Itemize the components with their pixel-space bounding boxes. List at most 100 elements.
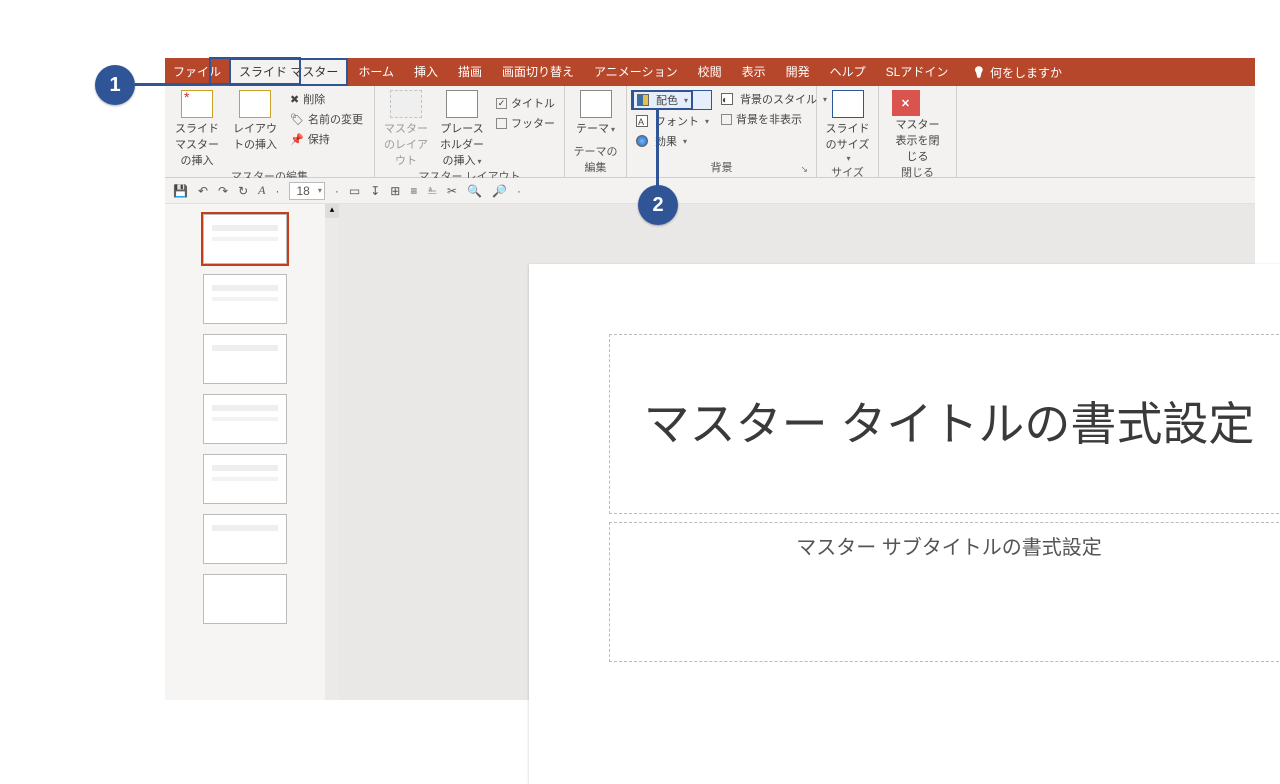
checkbox-checked-icon: ✓ [496,98,507,109]
insert-placeholder-label: プレースホルダーの挿入 [437,120,487,168]
layout-thumb-1[interactable] [203,214,287,264]
close-master-view-button[interactable]: ✕ マスター表示を閉じる [892,90,944,164]
fonts-icon [636,115,648,127]
checkbox-unchecked-icon [721,114,732,125]
font-size-selector[interactable]: 18 [289,182,324,200]
delete-button[interactable]: ✖削除 [287,90,366,108]
background-styles-icon [721,93,733,105]
insert-layout-button[interactable]: レイアウトの挿入 [229,90,281,152]
callout-1: 1 [95,65,135,105]
thumbnail-pane[interactable] [165,204,325,700]
repeat-button[interactable]: ↻ [238,184,248,198]
master-layout-button: マスターのレイアウト [381,90,431,168]
close-master-view-label: マスター表示を閉じる [892,116,944,164]
tell-me-search[interactable]: 何をしますか [958,64,1062,81]
tab-view[interactable]: 表示 [732,58,776,86]
tab-sl-addin[interactable]: SLアドイン [876,58,959,86]
callout-2: 2 [638,185,678,225]
title-placeholder[interactable]: マスター タイトルの書式設定 [609,334,1280,514]
master-layout-label: マスターのレイアウト [381,120,431,168]
zoom-in-button[interactable]: 🔎 [492,184,507,198]
tell-me-label: 何をしますか [990,64,1062,81]
insert-slide-master-label: スライド マスターの挿入 [171,120,223,168]
ribbon-tabs: ファイル スライド マスター ホーム 挿入 描画 画面切り替え アニメーション … [165,58,1255,86]
insert-placeholder-icon [446,90,478,118]
save-button[interactable]: 💾 [173,184,188,198]
insert-layout-label: レイアウトの挿入 [229,120,281,152]
tab-draw[interactable]: 描画 [448,58,492,86]
qat-icon-2[interactable]: ↧ [370,184,380,198]
theme-label: テーマ [571,120,620,136]
tab-slide-master[interactable]: スライド マスター [229,58,348,86]
insert-slide-master-button[interactable]: スライド マスターの挿入 [171,90,223,168]
subtitle-placeholder[interactable]: マスター サブタイトルの書式設定 [609,522,1280,662]
tab-insert[interactable]: 挿入 [404,58,448,86]
clear-format-button[interactable]: A [258,183,265,198]
subtitle-placeholder-text: マスター サブタイトルの書式設定 [796,537,1102,559]
group-edit-theme: テーマ テーマの編集 [565,86,627,177]
rename-button[interactable]: 🏷名前の変更 [287,110,366,128]
slide-size-icon [832,90,864,118]
ribbon: スライド マスターの挿入 レイアウトの挿入 ✖削除 🏷名前の変更 📌保持 マスタ… [165,86,1255,178]
layout-thumb-7[interactable] [203,574,287,624]
insert-placeholder-button[interactable]: プレースホルダーの挿入 [437,90,487,168]
group-edit-master: スライド マスターの挿入 レイアウトの挿入 ✖削除 🏷名前の変更 📌保持 マスタ… [165,86,375,177]
thumb-scrollbar[interactable] [325,218,339,700]
slide-canvas: マスター タイトルの書式設定 マスター サブタイトルの書式設定 [339,204,1255,700]
group-size: スライドのサイズ サイズ [817,86,879,177]
qat-icon-5[interactable]: ⎁ [427,183,437,198]
slide[interactable]: マスター タイトルの書式設定 マスター サブタイトルの書式設定 [529,264,1280,784]
colors-button[interactable]: 配色 [633,90,712,110]
theme-icon [580,90,612,118]
group-master-layout: マスターのレイアウト プレースホルダーの挿入 ✓タイトル フッター マスター レ… [375,86,565,177]
dialog-launcher-icon[interactable]: ↘ [800,164,808,175]
zoom-out-button[interactable]: 🔍 [467,184,482,198]
layout-thumb-6[interactable] [203,514,287,564]
callout-2-line [656,110,659,188]
insert-slide-master-icon [181,90,213,118]
effects-icon [636,135,648,147]
preserve-icon: 📌 [290,133,304,146]
qat-icon-4[interactable]: ≡ [410,184,417,198]
theme-button[interactable]: テーマ [571,90,620,136]
qat-icon-1[interactable]: ▭ [349,184,360,198]
quick-access-toolbar: 💾 ↶ ↷ ↻ A · 18 · ▭ ↧ ⊞ ≡ ⎁ ✂ 🔍 🔎 · [165,178,1255,204]
tab-home[interactable]: ホーム [348,58,404,86]
layout-thumb-2[interactable] [203,274,287,324]
edit-area: ▴ マスター タイトルの書式設定 マスター サブタイトルの書式設定 [165,204,1255,700]
master-layout-icon [390,90,422,118]
delete-icon: ✖ [290,93,299,106]
effects-button[interactable]: 効果 [633,132,712,150]
background-styles-button[interactable]: 背景のスタイル [718,90,830,108]
group-background-label: 背景↘ [633,159,810,177]
layout-thumb-4[interactable] [203,394,287,444]
tab-file[interactable]: ファイル [165,58,229,86]
qat-icon-3[interactable]: ⊞ [390,184,400,198]
tab-transition[interactable]: 画面切り替え [492,58,584,86]
lightbulb-icon [972,65,986,79]
scroll-up-button[interactable]: ▴ [325,204,339,218]
callout-1-line [135,83,211,86]
tab-developer[interactable]: 開発 [776,58,820,86]
group-close: ✕ マスター表示を閉じる 閉じる [879,86,957,177]
preserve-button[interactable]: 📌保持 [287,130,366,148]
layout-thumb-5[interactable] [203,454,287,504]
layout-thumb-3[interactable] [203,334,287,384]
title-checkbox[interactable]: ✓タイトル [493,94,558,112]
rename-icon: 🏷 [290,113,304,126]
tab-help[interactable]: ヘルプ [820,58,876,86]
footer-checkbox[interactable]: フッター [493,114,558,132]
insert-layout-icon [239,90,271,118]
tab-animation[interactable]: アニメーション [584,58,688,86]
title-placeholder-text: マスター タイトルの書式設定 [644,392,1255,456]
tab-review[interactable]: 校閲 [688,58,732,86]
checkbox-unchecked-icon [496,118,507,129]
slide-size-button[interactable]: スライドのサイズ [823,90,872,164]
fonts-button[interactable]: フォント [633,112,712,130]
close-icon: ✕ [892,90,920,116]
redo-button[interactable]: ↷ [218,184,228,198]
qat-icon-6[interactable]: ✂ [447,184,457,198]
hide-background-checkbox[interactable]: 背景を非表示 [718,110,830,128]
colors-icon [637,94,649,106]
undo-button[interactable]: ↶ [198,184,208,198]
